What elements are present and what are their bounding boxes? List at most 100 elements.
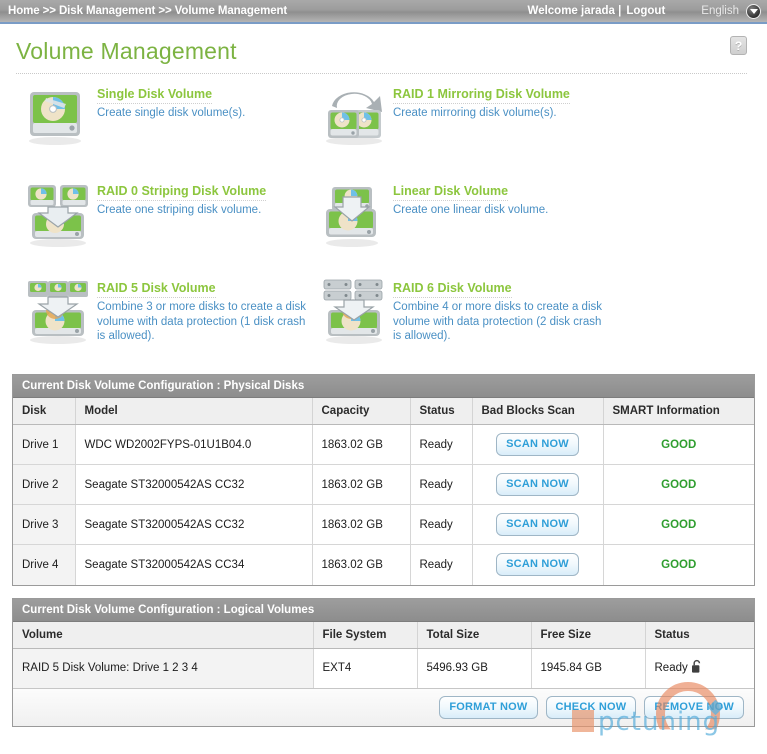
card-text: RAID 5 Disk Volume Combine 3 or more dis…	[88, 274, 309, 344]
table-row: Drive 3 Seagate ST32000542AS CC32 1863.0…	[13, 504, 754, 545]
unlocked-padlock-icon[interactable]	[691, 659, 703, 677]
cell-model: Seagate ST32000542AS CC32	[75, 504, 313, 545]
column-header-disk: Disk	[13, 398, 76, 425]
volume-type-title[interactable]: Single Disk Volume	[97, 87, 213, 104]
cell-total-size: 5496.93 GB	[417, 648, 532, 688]
volume-type-title[interactable]: RAID 0 Striping Disk Volume	[97, 184, 267, 201]
cell-bad-blocks-scan: SCAN NOW	[472, 504, 604, 545]
table-row: Drive 2 Seagate ST32000542AS CC32 1863.0…	[13, 464, 754, 505]
smart-status-badge: GOOD	[661, 438, 697, 451]
smart-status-badge: GOOD	[661, 478, 697, 491]
cell-disk: Drive 4	[13, 544, 76, 585]
column-header-bad-blocks-scan: Bad Blocks Scan	[472, 398, 604, 425]
scan-now-button[interactable]: SCAN NOW	[496, 553, 579, 577]
volume-type-grid: Single Disk Volume Create single disk vo…	[0, 74, 767, 374]
language-label: English	[701, 5, 739, 17]
logout-link[interactable]: Logout	[626, 5, 665, 17]
breadcrumb[interactable]: Home >> Disk Management >> Volume Manage…	[0, 5, 287, 17]
smart-status-badge: GOOD	[661, 518, 697, 531]
page-header: Volume Management ?	[0, 24, 767, 74]
cell-smart: GOOD	[603, 464, 754, 505]
page-title: Volume Management	[16, 38, 237, 64]
volume-type-card-raid0[interactable]: RAID 0 Striping Disk Volume Create one s…	[22, 177, 318, 274]
logical-volumes-panel: Current Disk Volume Configuration : Logi…	[12, 597, 755, 727]
cell-status: Ready	[645, 648, 754, 688]
raid5-disk-icon	[22, 278, 88, 344]
column-header-status: Status	[645, 621, 754, 649]
card-text: Linear Disk Volume Create one linear dis…	[384, 177, 548, 218]
volume-type-desc: Create mirroring disk volume(s).	[393, 107, 557, 119]
cell-volume: RAID 5 Disk Volume: Drive 1 2 3 4	[13, 648, 314, 688]
volume-type-card-raid1[interactable]: RAID 1 Mirroring Disk Volume Create mirr…	[318, 80, 767, 177]
volume-type-title[interactable]: RAID 5 Disk Volume	[97, 281, 216, 298]
help-icon[interactable]: ?	[730, 36, 747, 55]
volume-type-card-linear[interactable]: Linear Disk Volume Create one linear dis…	[318, 177, 767, 274]
card-text: RAID 1 Mirroring Disk Volume Create mirr…	[384, 80, 570, 121]
volume-type-title[interactable]: RAID 1 Mirroring Disk Volume	[393, 87, 570, 104]
title-divider	[16, 73, 747, 74]
cell-bad-blocks-scan: SCAN NOW	[472, 424, 604, 465]
chevron-down-icon[interactable]	[746, 3, 761, 19]
format-now-button[interactable]: FORMAT NOW	[439, 696, 538, 719]
volume-type-desc: Create single disk volume(s).	[97, 107, 246, 119]
cell-status: Ready	[410, 424, 473, 465]
cell-status: Ready	[410, 464, 473, 505]
column-header-status: Status	[410, 398, 473, 425]
column-header-free-size: Free Size	[531, 621, 646, 649]
card-text: RAID 0 Striping Disk Volume Create one s…	[88, 177, 267, 218]
scan-now-button[interactable]: SCAN NOW	[496, 513, 579, 536]
cell-capacity: 1863.02 GB	[312, 544, 411, 585]
physical-disks-table: Disk Model Capacity Status Bad Blocks Sc…	[13, 398, 754, 585]
cell-smart: GOOD	[603, 424, 754, 465]
raid1-mirror-disk-icon	[318, 84, 384, 150]
check-now-button[interactable]: CHECK NOW	[545, 696, 637, 719]
volume-type-title[interactable]: RAID 6 Disk Volume	[393, 281, 512, 298]
single-disk-icon	[22, 84, 88, 150]
card-text: Single Disk Volume Create single disk vo…	[88, 80, 245, 121]
card-text: RAID 6 Disk Volume Combine 4 or more dis…	[384, 274, 605, 344]
logical-volumes-actions: FORMAT NOW CHECK NOW REMOVE NOW	[13, 688, 754, 726]
column-header-smart-information: SMART Information	[603, 398, 754, 425]
scan-now-button[interactable]: SCAN NOW	[496, 473, 579, 496]
volume-status-text: Ready	[654, 662, 688, 675]
cell-status: Ready	[410, 544, 473, 585]
volume-type-desc: Combine 3 or more disks to create a disk…	[97, 301, 307, 342]
logical-volumes-panel-title: Current Disk Volume Configuration : Logi…	[13, 598, 754, 622]
cell-capacity: 1863.02 GB	[312, 424, 411, 465]
welcome-text: Welcome jarada |	[527, 5, 622, 17]
table-header-row: Volume File System Total Size Free Size …	[13, 621, 754, 649]
cell-smart: GOOD	[603, 504, 754, 545]
topbar-right-group: Welcome jarada | Logout English	[527, 3, 767, 19]
linear-disk-icon	[318, 181, 384, 247]
cell-model: WDC WD2002FYPS-01U1B04.0	[75, 424, 313, 465]
scan-now-button[interactable]: SCAN NOW	[496, 433, 579, 456]
column-header-model: Model	[75, 398, 313, 425]
cell-model: Seagate ST32000542AS CC34	[75, 544, 313, 585]
smart-status-badge: GOOD	[661, 558, 697, 571]
raid0-striping-disk-icon	[22, 181, 88, 247]
cell-file-system: EXT4	[313, 648, 418, 688]
table-row: Drive 1 WDC WD2002FYPS-01U1B04.0 1863.02…	[13, 424, 754, 465]
cell-disk: Drive 2	[13, 464, 76, 505]
top-navigation-bar: Home >> Disk Management >> Volume Manage…	[0, 0, 767, 24]
table-row: Drive 4 Seagate ST32000542AS CC34 1863.0…	[13, 544, 754, 585]
cell-model: Seagate ST32000542AS CC32	[75, 464, 313, 505]
language-selector[interactable]: English	[701, 3, 761, 19]
column-header-volume: Volume	[13, 621, 314, 649]
logical-volumes-table: Volume File System Total Size Free Size …	[13, 621, 754, 688]
column-header-file-system: File System	[313, 621, 418, 649]
panel-spacer	[0, 586, 767, 598]
table-header-row: Disk Model Capacity Status Bad Blocks Sc…	[13, 398, 754, 425]
table-row: RAID 5 Disk Volume: Drive 1 2 3 4 EXT4 5…	[13, 648, 754, 688]
volume-type-title[interactable]: Linear Disk Volume	[393, 184, 509, 201]
volume-type-card-raid6[interactable]: RAID 6 Disk Volume Combine 4 or more dis…	[318, 274, 767, 374]
volume-type-desc: Create one linear disk volume.	[393, 204, 549, 216]
cell-status: Ready	[410, 504, 473, 545]
volume-type-desc: Combine 4 or more disks to create a disk…	[393, 301, 603, 342]
cell-free-size: 1945.84 GB	[531, 648, 646, 688]
remove-now-button[interactable]: REMOVE NOW	[644, 696, 744, 719]
volume-type-card-raid5[interactable]: RAID 5 Disk Volume Combine 3 or more dis…	[22, 274, 318, 374]
volume-type-card-single-disk[interactable]: Single Disk Volume Create single disk vo…	[22, 80, 318, 177]
cell-disk: Drive 1	[13, 424, 76, 465]
cell-capacity: 1863.02 GB	[312, 504, 411, 545]
